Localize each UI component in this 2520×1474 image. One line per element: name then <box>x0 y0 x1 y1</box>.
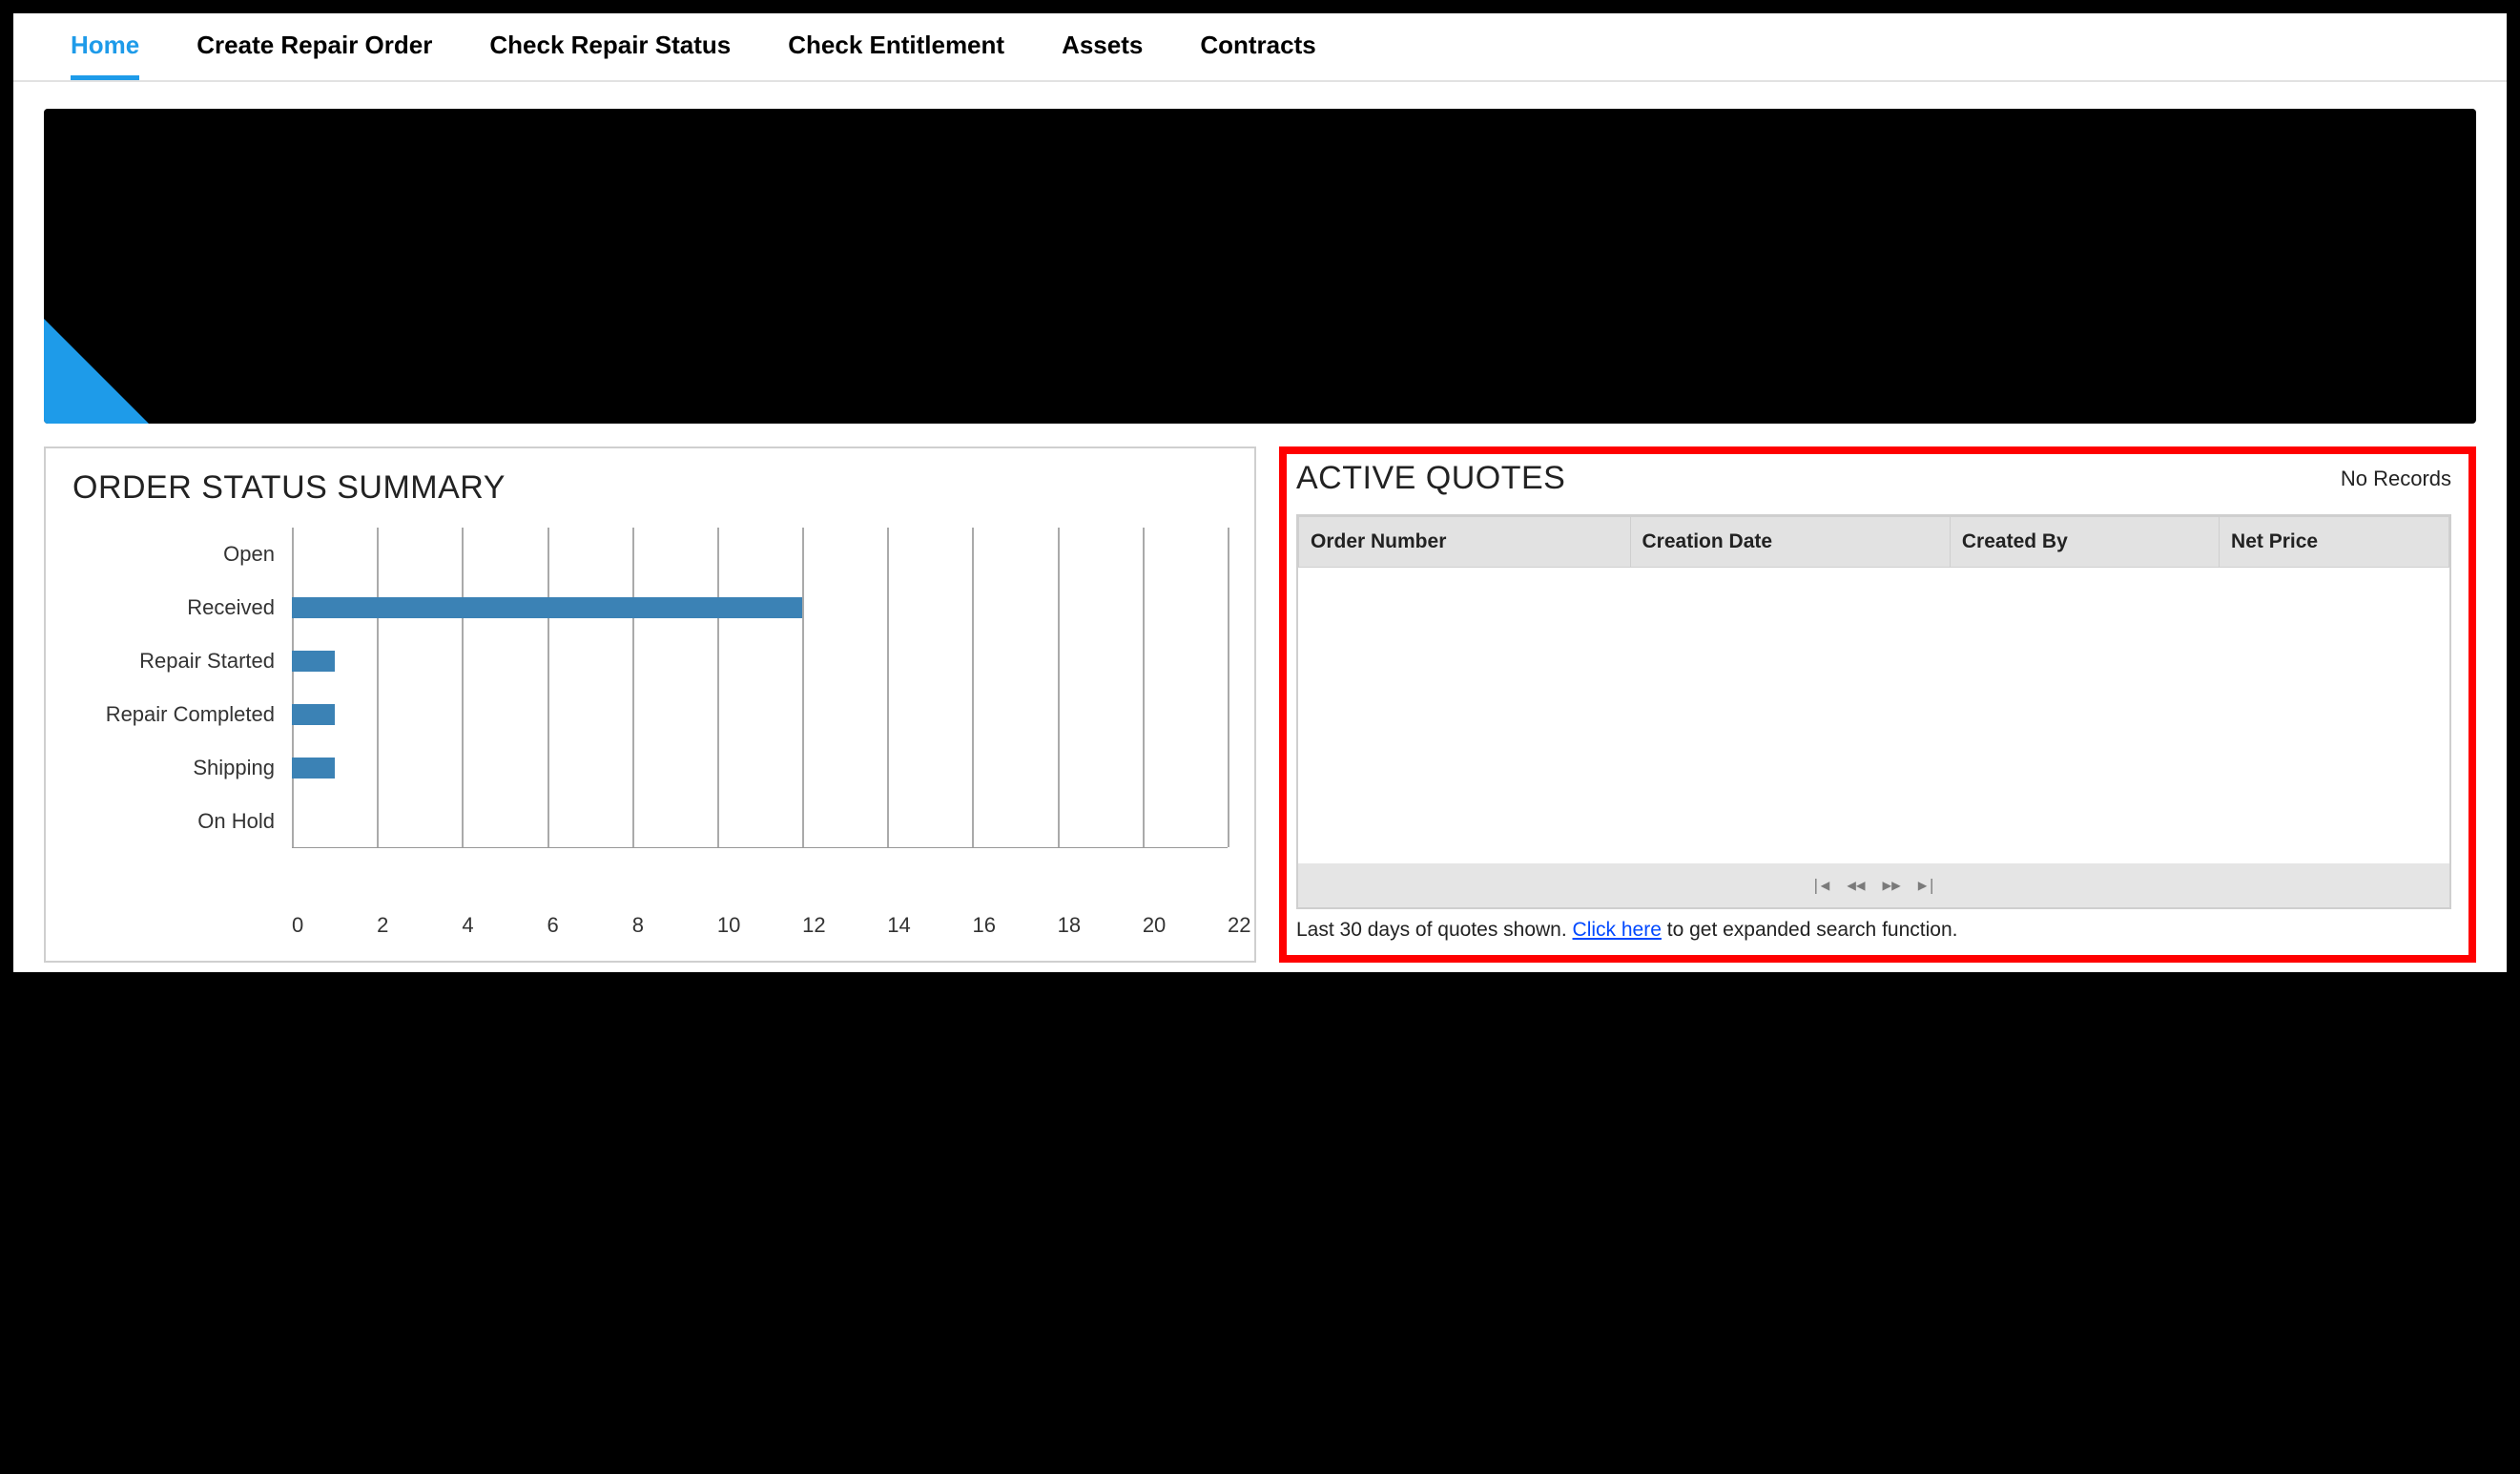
banner-corner-accent <box>44 319 149 424</box>
tab-bar: Home Create Repair Order Check Repair Stat… <box>13 13 2507 82</box>
order-status-chart: OpenReceivedRepair StartedRepair Complet… <box>72 528 1228 900</box>
chart-gridline <box>1058 528 1060 847</box>
chart-bar <box>292 597 802 618</box>
pager-prev-icon[interactable]: ◀◀ <box>1847 876 1865 894</box>
active-quotes-title: ACTIVE QUOTES <box>1296 460 1565 497</box>
chart-gridline <box>377 528 379 847</box>
chart-gridline <box>547 528 549 847</box>
table-header-cell[interactable]: Order Number <box>1299 517 1631 568</box>
chart-gridline <box>717 528 719 847</box>
active-quotes-card: ACTIVE QUOTES No Records Order NumberCre… <box>1279 446 2476 963</box>
tab-assets[interactable]: Assets <box>1062 31 1143 80</box>
tab-check-repair-status[interactable]: Check Repair Status <box>489 31 731 80</box>
active-quotes-footer: Last 30 days of quotes shown. Click here… <box>1296 909 2451 942</box>
chart-gridline <box>1228 528 1229 847</box>
chart-y-label: Repair Started <box>72 634 275 688</box>
chart-gridline <box>1143 528 1145 847</box>
footer-click-here-link[interactable]: Click here <box>1573 919 1662 941</box>
table-header-cell[interactable]: Creation Date <box>1630 517 1950 568</box>
chart-y-label: Open <box>72 528 275 581</box>
page: Home Create Repair Order Check Repair Stat… <box>13 13 2507 972</box>
footer-pre: Last 30 days of quotes shown. <box>1296 919 1573 941</box>
chart-gridline <box>462 528 464 847</box>
active-quotes-table: Order NumberCreation DateCreated ByNet P… <box>1298 516 2449 863</box>
chart-y-label: Shipping <box>72 741 275 795</box>
chart-plot-area <box>292 528 1228 848</box>
pager-first-icon[interactable]: |◀ <box>1811 876 1829 894</box>
table-header-row: Order NumberCreation DateCreated ByNet P… <box>1299 517 2449 568</box>
chart-gridline <box>972 528 974 847</box>
chart-bar <box>292 704 335 725</box>
chart-y-label: Repair Completed <box>72 688 275 741</box>
pager-last-icon[interactable]: ▶| <box>1918 876 1936 894</box>
chart-x-axis: 0246810121416182022 <box>292 900 1228 928</box>
hero-banner <box>44 109 2476 424</box>
table-empty-row <box>1299 568 2449 863</box>
chart-gridline <box>887 528 889 847</box>
active-quotes-table-wrap: Order NumberCreation DateCreated ByNet P… <box>1296 514 2451 909</box>
order-status-summary-card: ORDER STATUS SUMMARY OpenReceivedRepair … <box>44 446 1256 963</box>
active-quotes-no-records: No Records <box>2341 467 2451 491</box>
active-quotes-header: ACTIVE QUOTES No Records <box>1296 460 2451 497</box>
chart-gridline <box>802 528 804 847</box>
table-empty-cell <box>1299 568 2449 863</box>
table-header-cell[interactable]: Created By <box>1950 517 2219 568</box>
order-status-summary-title: ORDER STATUS SUMMARY <box>72 469 1228 507</box>
pager-next-icon[interactable]: ▶▶ <box>1883 876 1901 894</box>
chart-y-label: On Hold <box>72 795 275 848</box>
chart-y-label: Received <box>72 581 275 634</box>
chart-bar <box>292 758 335 779</box>
active-quotes-pager: |◀ ◀◀ ▶▶ ▶| <box>1298 863 2449 907</box>
chart-y-labels: OpenReceivedRepair StartedRepair Complet… <box>72 528 292 900</box>
table-header-cell[interactable]: Net Price <box>2220 517 2449 568</box>
tab-create-repair-order[interactable]: Create Repair Order <box>196 31 432 80</box>
tab-check-entitlement[interactable]: Check Entitlement <box>788 31 1004 80</box>
dashboard-columns: ORDER STATUS SUMMARY OpenReceivedRepair … <box>13 446 2507 963</box>
tab-home[interactable]: Home <box>71 31 139 80</box>
chart-gridline <box>632 528 634 847</box>
chart-bar <box>292 651 335 672</box>
footer-post: to get expanded search function. <box>1662 919 1958 941</box>
chart-gridline <box>292 528 294 847</box>
tab-contracts[interactable]: Contracts <box>1200 31 1315 80</box>
